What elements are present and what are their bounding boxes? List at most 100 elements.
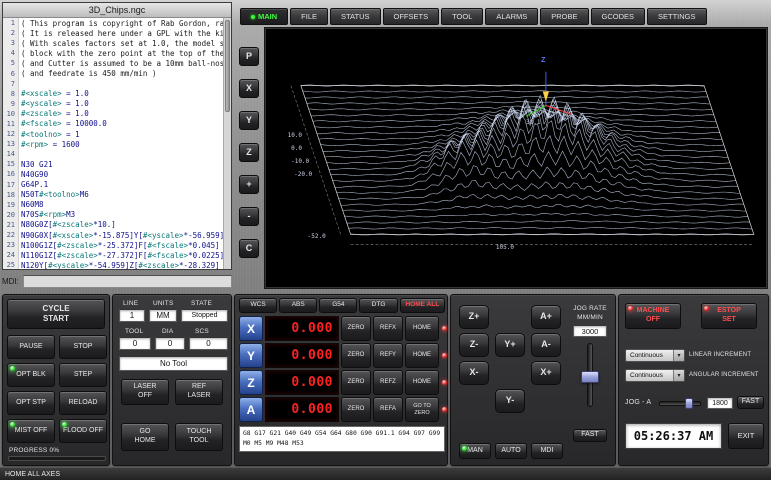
mode-mdi-button[interactable]: MDI [531,443,563,459]
editor-scrollbar[interactable] [223,18,231,269]
angular-increment-select[interactable]: Continuous▾ [625,369,685,382]
jog-rate-slider-thumb[interactable] [581,371,599,383]
jog-a-slider-thumb[interactable] [685,398,693,409]
optional-stop-button[interactable]: OPT STP [7,391,55,415]
jog-a-plus-label: A+ [540,311,552,322]
tab-probe[interactable]: PROBE [540,8,588,25]
gcode-listing[interactable]: 1( This program is copyright of Rab Gord… [3,18,223,269]
linear-increment-select[interactable]: Continuous▾ [625,349,685,362]
machine-fast-button[interactable]: FAST [737,396,764,409]
view-y-button[interactable]: Y [239,111,259,130]
scrollbar-thumb[interactable] [225,20,230,112]
laser-button[interactable]: LASER OFF [121,379,169,405]
mode-auto-button[interactable]: AUTO [495,443,527,459]
go-home-button[interactable]: GO HOME [121,423,169,451]
home-all-button[interactable]: HOME ALL [400,298,445,313]
mist-button[interactable]: MIST OFF [7,419,55,443]
flood-button[interactable]: FLOOD OFF [59,419,107,443]
code-line: 17G64P.1 [3,180,223,190]
stop-button[interactable]: STOP [59,335,107,359]
exit-button[interactable]: EXIT [728,423,764,449]
preview-view-buttons: PXYZ + - C [239,47,259,258]
jog-y-minus-label: Y- [506,395,515,406]
home-button-y[interactable]: HOME [405,343,439,368]
code-text: ( With scales factors set at 1.0, the mo… [19,39,223,48]
zero-button-y[interactable]: ZERO [341,343,371,368]
touch-tool-button[interactable]: TOUCH TOOL [175,423,223,451]
jog-x-minus-button[interactable]: X- [459,361,489,385]
homed-led-y [442,353,447,358]
jog-y-minus-button[interactable]: Y- [495,389,525,413]
axis-button-a[interactable]: A [239,397,263,422]
dia-value: 0 [155,337,185,350]
axis-button-x[interactable]: X [239,316,263,341]
line-number: 18 [3,190,19,200]
flood-led [62,422,67,427]
mdi-input[interactable] [23,275,232,288]
axis-button-z[interactable]: Z [239,370,263,395]
tab-settings[interactable]: SETTINGS [647,8,707,25]
touch-tool-label: TOUCH TOOL [183,428,215,446]
jog-x-plus-button[interactable]: X+ [531,361,561,385]
tab-alarms[interactable]: ALARMS [485,8,538,25]
machine-panel: MACHINE OFF ESTOP SET Continuous▾ LINEAR… [618,294,769,466]
ref-button-z[interactable]: REFZ [373,370,403,395]
code-text: #<zscale> = 1.0 [19,109,89,118]
home-button-x[interactable]: HOME [405,316,439,341]
opt-stp-label: OPT STP [16,399,46,408]
tab-tool[interactable]: TOOL [441,8,483,25]
tool-header: TOOL [125,328,143,335]
code-text: G64P.1 [19,180,48,189]
tab-main[interactable]: MAIN [240,8,288,25]
view-z-button[interactable]: Z [239,143,259,162]
go-home-label: GO HOME [130,428,160,446]
cycle-start-button[interactable]: CYCLE START [7,299,105,329]
perspective-button[interactable]: P [239,47,259,66]
home-button-z[interactable]: HOME [405,370,439,395]
ref-laser-button[interactable]: REF LASER [175,379,223,405]
gcode-3d-preview[interactable]: Z 10.00.0-10.0-20.0-52.0105.038.1 [264,27,768,289]
optional-block-button[interactable]: OPT BLK [7,363,55,387]
dro-value-x: 0.000 [265,316,339,341]
tab-status[interactable]: STATUS [330,8,380,25]
pause-button[interactable]: PAUSE [7,335,55,359]
jog-z-plus-button[interactable]: Z+ [459,305,489,329]
jog-a-minus-button[interactable]: A- [531,333,561,357]
jog-a-slider-track[interactable] [659,401,701,406]
estop-button[interactable]: ESTOP SET [701,303,757,329]
zero-button-x[interactable]: ZERO [341,316,371,341]
zoom-out-button[interactable]: - [239,207,259,226]
dro-header-g54[interactable]: G54 [319,298,357,313]
ref-button-x[interactable]: REFX [373,316,403,341]
tab-offsets[interactable]: OFFSETS [383,8,440,25]
jog-x-minus-label: X- [470,367,479,378]
line-number: 20 [3,210,19,220]
dro-header-abs[interactable]: ABS [279,298,317,313]
jog-a-plus-button[interactable]: A+ [531,305,561,329]
linear-increment-label: LINEAR INCREMENT [689,352,751,358]
dro-header-wcs[interactable]: WCS [239,298,277,313]
dro-value-z: 0.000 [265,370,339,395]
jog-fast-button[interactable]: FAST [573,429,607,442]
clear-button[interactable]: C [239,239,259,258]
code-text: ( It is released here under a GPL with t… [19,29,223,38]
code-text: #<yscale> = 1.0 [19,99,89,108]
reload-button[interactable]: RELOAD [59,391,107,415]
jog-a-label: JOG - A [625,399,651,406]
mode-man-button[interactable]: MAN [459,443,491,459]
tab-gcodes[interactable]: GCODES [591,8,646,25]
axis-button-y[interactable]: Y [239,343,263,368]
ref-button-y[interactable]: REFY [373,343,403,368]
home-button-a[interactable]: GO TO ZERO [405,397,439,422]
zoom-in-button[interactable]: + [239,175,259,194]
dro-header-dtg[interactable]: DTG [359,298,397,313]
jog-z-minus-button[interactable]: Z- [459,333,489,357]
zero-button-a[interactable]: ZERO [341,397,371,422]
step-button[interactable]: STEP [59,363,107,387]
machine-off-button[interactable]: MACHINE OFF [625,303,681,329]
jog-y-plus-button[interactable]: Y+ [495,333,525,357]
tab-file[interactable]: FILE [290,8,328,25]
view-x-button[interactable]: X [239,79,259,98]
zero-button-z[interactable]: ZERO [341,370,371,395]
ref-button-a[interactable]: REFA [373,397,403,422]
